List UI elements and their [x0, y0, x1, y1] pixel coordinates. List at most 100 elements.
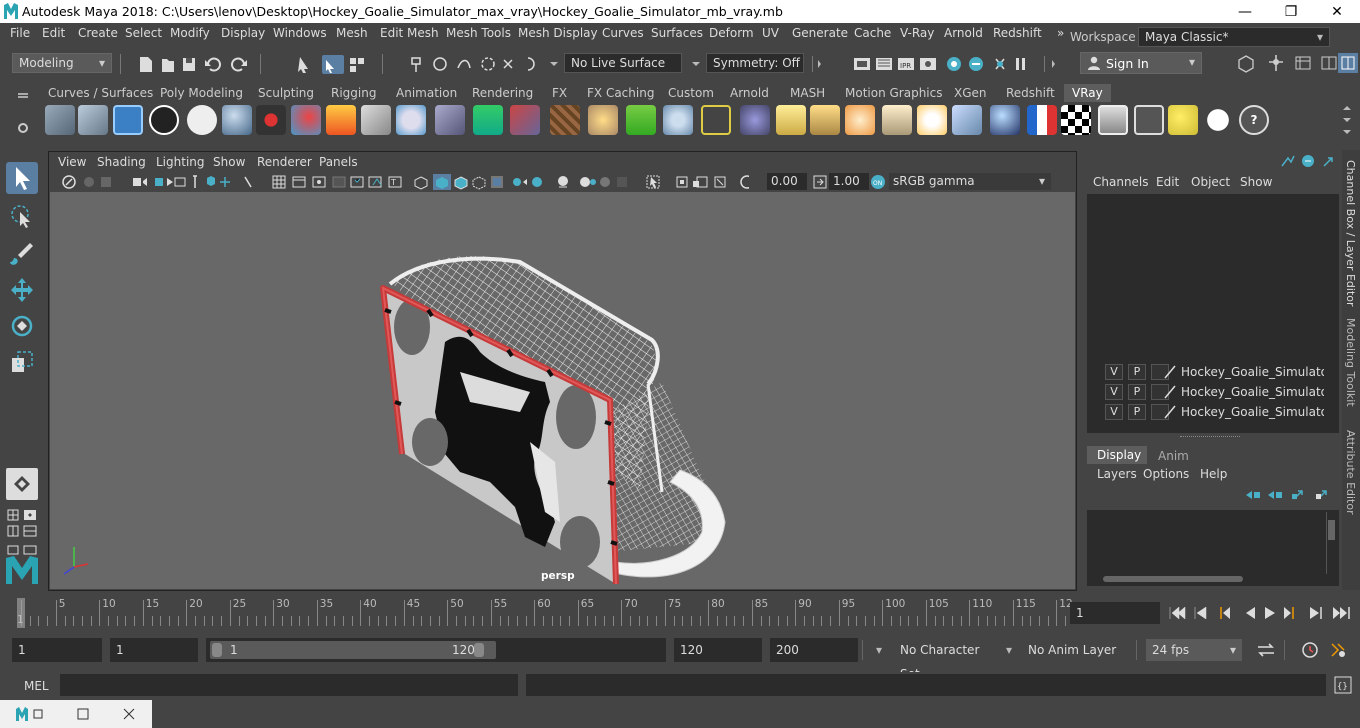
lasso-tool-icon[interactable] — [6, 200, 38, 232]
playback-option-icons[interactable] — [1254, 638, 1358, 662]
playback-end-field[interactable]: 120 — [674, 638, 762, 662]
close-icon[interactable] — [122, 707, 136, 721]
shelf-tab-poly-modeling[interactable]: Poly Modeling — [152, 84, 251, 102]
menu-surfaces[interactable]: Surfaces — [651, 26, 703, 40]
vray-spline-icon[interactable] — [701, 105, 731, 135]
channelbox-menu-show[interactable]: Show — [1240, 175, 1272, 189]
gamma-field[interactable]: 1.00 — [829, 173, 869, 190]
rotate-tool-icon[interactable] — [6, 310, 38, 342]
maximize-button[interactable]: ❐ — [1268, 0, 1314, 23]
menu-mesh-display[interactable]: Mesh Display — [518, 26, 598, 40]
menu-windows[interactable]: Windows — [273, 26, 327, 40]
character-set-dropdown[interactable]: No Character Set — [894, 638, 1000, 681]
menu-redshift[interactable]: Redshift — [993, 26, 1042, 40]
shelf-tab-arnold[interactable]: Arnold — [722, 84, 777, 102]
vray-grass-icon[interactable] — [626, 105, 656, 135]
channelbox-menu-edit[interactable]: Edit — [1156, 175, 1179, 189]
vray-bulb-icon[interactable] — [1168, 105, 1198, 135]
animation-start-field[interactable]: 1 — [12, 638, 102, 662]
layer-menu-options[interactable]: Options — [1143, 467, 1189, 481]
layer-visibility-toggle[interactable]: V — [1105, 384, 1123, 400]
shelf-tab-custom[interactable]: Custom — [660, 84, 722, 102]
color-space-dropdown[interactable]: sRGB gamma ▾ — [889, 173, 1051, 190]
current-frame-field[interactable]: 1 — [1070, 602, 1160, 624]
panel-splitter[interactable] — [1180, 436, 1240, 437]
vray-render-view-icon[interactable] — [1098, 105, 1128, 135]
time-slider[interactable]: 1 5 10 15 20 25 30 35 40 45 50 55 60 65 70 75 80 85 90 95 10… — [0, 596, 1073, 632]
side-tab-modeling-toolkit[interactable]: Modeling Toolkit — [1344, 318, 1357, 407]
vray-mesh-icon[interactable] — [45, 105, 75, 135]
menu-select[interactable]: Select — [125, 26, 162, 40]
vray-ies-light-icon[interactable] — [882, 105, 912, 135]
chevron-down-icon[interactable]: ▾ — [1006, 643, 1012, 657]
mode-dropdown[interactable]: Modeling ▾ — [12, 53, 112, 73]
shelf-tab-sculpting[interactable]: Sculpting — [250, 84, 322, 102]
menu-create[interactable]: Create — [78, 26, 118, 40]
vray-material-icon[interactable] — [222, 105, 252, 135]
vray-env-fog-icon[interactable] — [740, 105, 770, 135]
workspace-dropdown[interactable]: Maya Classic* ▾ — [1138, 27, 1330, 47]
menu-modify[interactable]: Modify — [170, 26, 210, 40]
shelf-tab-vray[interactable]: VRay — [1064, 84, 1111, 102]
color-management-icon[interactable]: ON — [869, 173, 887, 191]
menu-curves[interactable]: Curves — [602, 26, 644, 40]
panel-toolbar-icons[interactable]: T — [59, 173, 749, 191]
paint-select-tool-icon[interactable] — [6, 238, 38, 270]
vray-render-elements-icon[interactable] — [291, 105, 321, 135]
vray-proxy-icon[interactable] — [78, 105, 108, 135]
layer-menu-help[interactable]: Help — [1200, 467, 1227, 481]
range-slider-end-grip[interactable] — [474, 643, 484, 657]
layer-visibility-toggle[interactable]: V — [1105, 404, 1123, 420]
range-slider[interactable]: 1 120 — [206, 638, 666, 662]
playback-controls[interactable] — [1165, 602, 1360, 624]
vray-frame-buffer-icon[interactable] — [113, 105, 143, 135]
side-tab-attribute-editor[interactable]: Attribute Editor — [1344, 430, 1357, 515]
layer-name[interactable]: Hockey_Goalie_Simulator_la — [1181, 385, 1324, 399]
shelf-tab-xgen[interactable]: XGen — [946, 84, 995, 102]
scale-tool-icon[interactable] — [6, 346, 38, 378]
vray-scatter-icon[interactable] — [663, 105, 693, 135]
shelf-tab-motion-graphics[interactable]: Motion Graphics — [837, 84, 951, 102]
menu-uv[interactable]: UV — [762, 26, 779, 40]
sign-in-button[interactable]: Sign In ▾ — [1080, 52, 1202, 74]
panel-menu-view[interactable]: View — [58, 155, 86, 169]
quick-layout-icons[interactable] — [6, 508, 38, 558]
vray-sun-icon[interactable] — [917, 105, 947, 135]
chevron-down-icon[interactable]: ▾ — [876, 643, 882, 657]
script-editor-icon[interactable]: {} — [1334, 676, 1352, 694]
layer-row[interactable]: V P Hockey_Goalie_Simulator_la — [1088, 362, 1336, 382]
shelf-tab-rendering[interactable]: Rendering — [464, 84, 541, 102]
vray-logo-icon[interactable] — [149, 105, 179, 135]
shelf-menu-icon[interactable] — [12, 84, 34, 140]
channelbox-menu-object[interactable]: Object — [1191, 175, 1230, 189]
mel-label[interactable]: MEL — [24, 679, 49, 693]
vray-sphere-light-icon[interactable] — [396, 105, 426, 135]
layer-list-hscrollbar[interactable] — [1087, 574, 1325, 584]
vray-sphere-icon[interactable] — [990, 105, 1020, 135]
layer-row[interactable]: V P Hockey_Goalie_Simulator_la — [1088, 382, 1336, 402]
menu-generate[interactable]: Generate — [792, 26, 848, 40]
layer-row[interactable]: V P Hockey_Goalie_Simulator_la — [1088, 402, 1336, 422]
vray-cone-icon[interactable] — [435, 105, 465, 135]
gamma-icon[interactable] — [811, 173, 829, 191]
live-surface-field[interactable]: No Live Surface — [564, 53, 682, 73]
exposure-field[interactable]: 0.00 — [767, 173, 807, 190]
status-line-icons[interactable] — [120, 54, 560, 74]
panel-menu-shading[interactable]: Shading — [97, 155, 146, 169]
panel-menu-lighting[interactable]: Lighting — [156, 155, 205, 169]
restore-icon[interactable] — [76, 707, 90, 721]
anim-layer-dropdown[interactable]: No Anim Layer — [1022, 638, 1130, 662]
move-tool-icon[interactable] — [6, 274, 38, 306]
layer-name[interactable]: Hockey_Goalie_Simulator_la — [1181, 405, 1324, 419]
layer-menu-layers[interactable]: Layers — [1097, 467, 1137, 481]
vray-spot-light-icon[interactable] — [810, 105, 840, 135]
channel-box-toggle-icons[interactable] — [1278, 152, 1338, 170]
symmetry-field[interactable]: Symmetry: Off — [706, 53, 804, 73]
layer-color-icon[interactable] — [1162, 364, 1178, 380]
select-tool-icon[interactable] — [6, 162, 38, 194]
layer-playback-toggle[interactable]: P — [1128, 404, 1146, 420]
vray-flag-icon[interactable] — [1027, 105, 1057, 135]
menu-edit-mesh[interactable]: Edit Mesh — [380, 26, 439, 40]
menu-edit[interactable]: Edit — [42, 26, 65, 40]
layer-color-icon[interactable] — [1162, 404, 1178, 420]
